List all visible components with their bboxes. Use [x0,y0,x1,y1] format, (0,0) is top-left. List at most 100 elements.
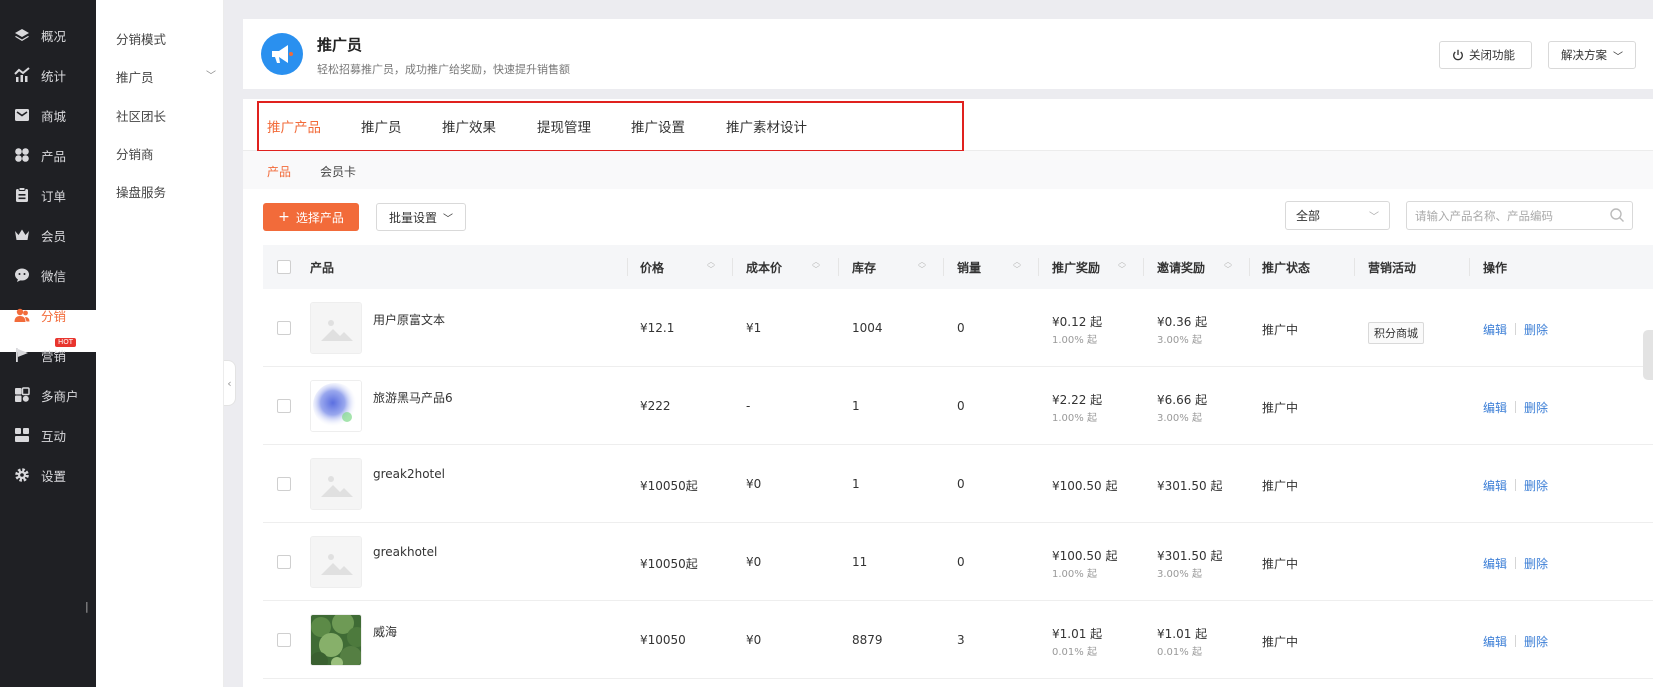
row-checkbox[interactable] [277,555,291,569]
row-checkbox[interactable] [277,399,291,413]
nav-item-distribution[interactable]: 分销 [0,294,96,336]
edit-link[interactable]: 编辑 [1483,633,1507,650]
nav-item-label: 产品 [41,148,67,164]
image-placeholder-icon [311,537,361,587]
store-icon [13,386,31,404]
nav-item-settings[interactable]: 设置 [0,454,96,496]
sidebar-collapse-mark[interactable]: | [85,600,89,613]
sort-icon[interactable]: ︿ ﹀ [1117,258,1127,274]
delete-link[interactable]: 删除 [1524,555,1548,572]
edit-link[interactable]: 编辑 [1483,321,1507,338]
select-all-checkbox[interactable] [277,260,291,274]
sort-icon[interactable]: ︿ ﹀ [917,258,927,274]
nav-item-label: 互动 [41,428,67,444]
mail-icon [13,106,31,124]
delete-link[interactable]: 删除 [1524,633,1548,650]
status-filter-value: 全部 [1296,209,1321,223]
product-name[interactable]: 旅游黑马产品6 [373,389,453,406]
nav-item-product[interactable]: 产品 [0,134,96,176]
cost-price: ¥0 [746,477,762,491]
product-name[interactable]: 用户原富文本 [373,311,445,328]
solution-label: 解决方案 [1561,48,1607,62]
promo-status: 推广中 [1262,635,1299,649]
tab-promoters[interactable]: 推广员 [361,116,402,136]
nav-item-wechat[interactable]: 微信 [0,254,96,296]
subnav-item-promoter[interactable]: 推广员 ﹀ [116,67,216,86]
product-name[interactable]: 威海 [373,623,397,640]
row-checkbox[interactable] [277,321,291,335]
nav-item-label: 商城 [41,108,67,124]
search-icon[interactable] [1609,207,1625,223]
row-checkbox[interactable] [277,633,291,647]
row-checkbox[interactable] [277,477,291,491]
megaphone-icon [261,33,303,75]
sales: 0 [957,399,965,413]
promo-status: 推广中 [1262,401,1299,415]
subtab-bar: 产品 会员卡 [243,151,1653,189]
search-input[interactable] [1406,201,1633,230]
chart-icon [13,66,31,84]
tab-withdrawal[interactable]: 提现管理 [537,116,591,136]
edit-link[interactable]: 编辑 [1483,399,1507,416]
table-row: 旅游黑马产品6 ¥222 - 1 0 ¥2.22 起 1.00% 起 ¥6.66… [263,367,1653,445]
nav-item-interaction[interactable]: 互动 [0,414,96,456]
nav-item-label: 统计 [41,68,67,84]
subtab-member-card[interactable]: 会员卡 [320,163,356,180]
tab-promo-settings[interactable]: 推广设置 [631,116,685,136]
select-product-button[interactable]: + 选择产品 [263,203,359,231]
sort-icon[interactable]: ︿ ﹀ [811,258,821,274]
sort-icon[interactable]: ︿ ﹀ [706,258,716,274]
sort-icon[interactable]: ︿ ﹀ [1223,258,1233,274]
subnav-item-distribution-mode[interactable]: 分销模式 [116,29,216,48]
tab-promo-effect[interactable]: 推广效果 [442,116,496,136]
delete-link[interactable]: 删除 [1524,477,1548,494]
product-image [311,381,361,431]
sort-icon[interactable]: ︿ ﹀ [1012,258,1022,274]
delete-link[interactable]: 删除 [1524,399,1548,416]
nav-item-marketing[interactable]: 营销 HOT [0,334,96,376]
flag-icon [13,346,31,364]
nav-item-order[interactable]: 订单 [0,174,96,216]
batch-settings-dropdown[interactable]: 批量设置 ﹀ [376,203,466,231]
right-edge-handle[interactable] [1643,330,1653,380]
subnav-collapse-toggle[interactable]: ‹ [224,360,236,406]
close-feature-button[interactable]: 关闭功能 [1439,41,1532,69]
delete-link[interactable]: 删除 [1524,321,1548,338]
tab-promo-products[interactable]: 推广产品 [267,116,321,136]
column-header-product: 产品 [310,261,335,275]
invite-reward: ¥301.50 起 [1157,549,1223,563]
promo-status: 推广中 [1262,323,1299,337]
nav-item-overview[interactable]: 概况 [0,14,96,56]
solution-dropdown[interactable]: 解决方案 ﹀ [1548,41,1636,69]
subtab-product[interactable]: 产品 [267,163,291,180]
plus-icon: + [278,209,290,225]
sales: 3 [957,633,965,647]
image-placeholder-icon [311,459,361,509]
subnav-item-community-leader[interactable]: 社区团长 [116,106,216,125]
edit-link[interactable]: 编辑 [1483,555,1507,572]
column-header-actions: 操作 [1483,261,1508,275]
subnav-item-operation-service[interactable]: 操盘服务 [116,182,216,201]
edit-link[interactable]: 编辑 [1483,477,1507,494]
product-name[interactable]: greakhotel [373,545,437,559]
nav-item-label: 概况 [41,28,67,44]
column-header-cost: 成本价 [746,261,783,275]
nav-item-statistics[interactable]: 统计 [0,54,96,96]
promo-reward: ¥100.50 起 [1052,479,1118,493]
stock: 1 [852,399,860,413]
nav-item-mall[interactable]: 商城 [0,94,96,136]
promo-reward: ¥0.12 起 [1052,315,1103,329]
tab-bar: 推广产品 推广员 推广效果 提现管理 推广设置 推广素材设计 [243,99,1653,152]
sales: 0 [957,321,965,335]
stock: 1 [852,477,860,491]
tab-promo-material[interactable]: 推广素材设计 [726,116,807,136]
promo-rate: 1.00% 起 [1052,569,1097,580]
nav-item-member[interactable]: 会员 [0,214,96,256]
nav-item-multi-merchant[interactable]: 多商户 [0,374,96,416]
layers-icon [13,26,31,44]
status-filter-select[interactable]: 全部 ﹀ [1285,201,1390,230]
subnav-item-distributor[interactable]: 分销商 [116,144,216,163]
grid-icon [13,146,31,164]
product-name[interactable]: greak2hotel [373,467,445,481]
price: ¥10050 [640,633,686,647]
